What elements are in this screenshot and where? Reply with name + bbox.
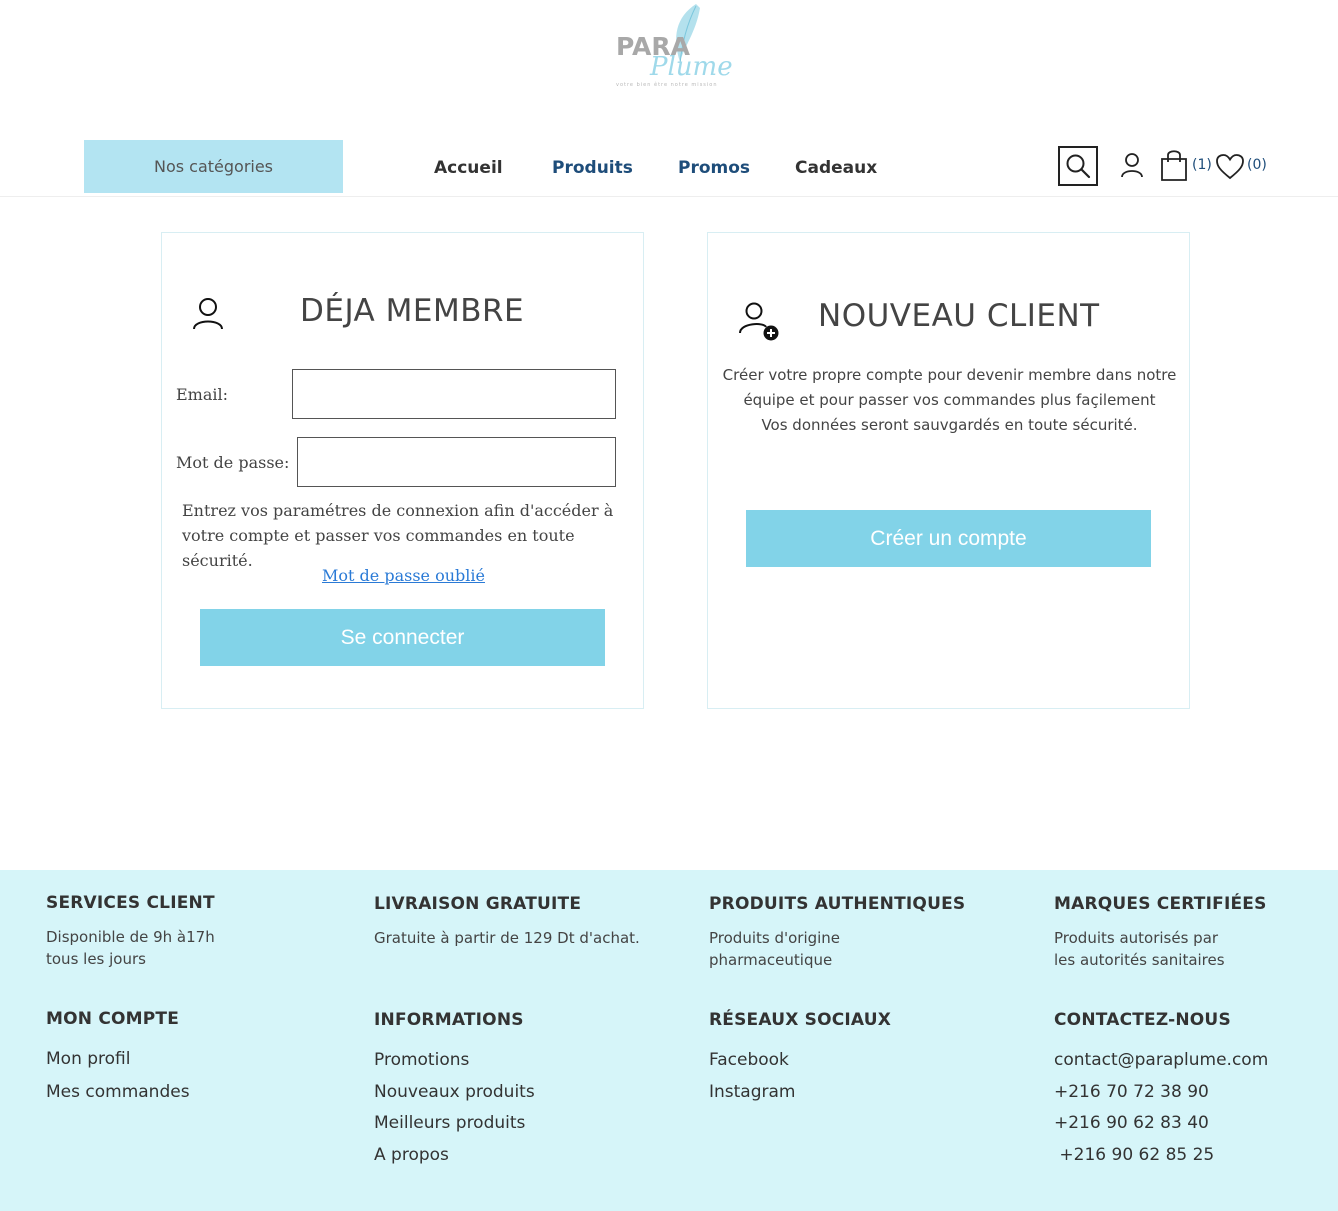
footer-heading: PRODUITS AUTHENTIQUES [709, 894, 966, 914]
footer-heading: SERVICES CLIENT [46, 893, 215, 913]
email-label: Email: [176, 385, 229, 404]
footer-text-line: pharmaceutique [709, 951, 833, 969]
register-desc-line: Vos données seront sauvgardés en toute s… [761, 416, 1138, 434]
footer-heading: CONTACTEZ-NOUS [1054, 1010, 1231, 1030]
footer-text-line: tous les jours [46, 950, 146, 968]
footer-text: Produits autorisés par les autorités san… [1054, 927, 1225, 971]
footer-link-nouveaux-produits[interactable]: Nouveaux produits [374, 1082, 535, 1102]
footer-text-line: les autorités sanitaires [1054, 951, 1225, 969]
password-label: Mot de passe: [176, 453, 290, 472]
shopping-bag-icon[interactable] [1159, 148, 1189, 182]
footer-link-meilleurs-produits[interactable]: Meilleurs produits [374, 1113, 525, 1133]
footer-heading: INFORMATIONS [374, 1010, 524, 1030]
categories-button[interactable]: Nos catégories [84, 140, 343, 193]
login-help-text: Entrez vos paramétres de connexion afin … [182, 501, 614, 570]
footer-link-a-propos[interactable]: A propos [374, 1145, 449, 1165]
create-account-button[interactable]: Créer un compte [746, 510, 1151, 567]
register-desc-line: Créer votre propre compte pour devenir m… [722, 366, 1177, 384]
footer-text-line: Gratuite à partir de 129 Dt d'achat. [374, 929, 640, 947]
login-button[interactable]: Se connecter [200, 609, 605, 666]
footer-link-facebook[interactable]: Facebook [709, 1050, 789, 1070]
login-title: DÉJA MEMBRE [300, 293, 525, 329]
footer-text-line: Produits d'origine [709, 929, 841, 947]
site-logo[interactable]: PARA Plume votre bien être notre mission [610, 2, 733, 92]
register-description: Créer votre propre compte pour devenir m… [708, 363, 1191, 438]
footer-text-line: Disponible de 9h à17h [46, 928, 215, 946]
footer-link-mes-commandes[interactable]: Mes commandes [46, 1082, 190, 1102]
add-user-icon [739, 302, 779, 341]
nav-link-produits[interactable]: Produits [552, 158, 633, 178]
logo-tagline: votre bien être notre mission [616, 82, 718, 88]
footer-text: Disponible de 9h à17h tous les jours [46, 926, 215, 970]
footer-text: Produits d'origine pharmaceutique [709, 927, 840, 971]
register-card: NOUVEAU CLIENT Créer votre propre compte… [707, 232, 1190, 709]
footer-heading: LIVRAISON GRATUITE [374, 894, 582, 914]
cart-count: (1) [1192, 157, 1212, 173]
password-field[interactable] [297, 437, 616, 487]
nav-link-promos[interactable]: Promos [678, 158, 750, 178]
search-icon [1066, 154, 1091, 179]
logo-text-plume: Plume [650, 52, 733, 82]
forgot-password-link[interactable]: Mot de passe oublié [162, 566, 645, 585]
search-button[interactable] [1058, 146, 1098, 186]
footer-heading: MON COMPTE [46, 1009, 180, 1029]
email-field[interactable] [292, 369, 616, 419]
footer-heading: RÉSEAUX SOCIAUX [709, 1010, 892, 1030]
footer-contact-phone[interactable]: +216 70 72 38 90 [1054, 1082, 1209, 1102]
nav-link-cadeaux[interactable]: Cadeaux [795, 158, 877, 178]
footer-contact-email[interactable]: contact@paraplume.com [1054, 1050, 1268, 1070]
user-icon[interactable] [1120, 152, 1144, 178]
heart-icon[interactable] [1215, 153, 1245, 180]
footer-text-line: Produits autorisés par [1054, 929, 1219, 947]
footer-contact-phone[interactable]: +216 90 62 83 40 [1054, 1113, 1209, 1133]
login-card: DÉJA MEMBRE Email: Mot de passe: Entrez … [161, 232, 644, 709]
footer-contact-phone[interactable]: +216 90 62 85 25 [1054, 1145, 1214, 1165]
user-icon [193, 298, 223, 330]
footer-link-promotions[interactable]: Promotions [374, 1050, 469, 1070]
register-title: NOUVEAU CLIENT [818, 298, 1100, 334]
main-navigation: Nos catégories Accueil Produits Promos C… [0, 138, 1338, 197]
footer-heading: MARQUES CERTIFIÉES [1054, 894, 1267, 914]
site-footer: SERVICES CLIENT Disponible de 9h à17h to… [0, 870, 1338, 1211]
footer-link-mon-profil[interactable]: Mon profil [46, 1049, 131, 1069]
nav-link-accueil[interactable]: Accueil [434, 158, 503, 178]
footer-link-instagram[interactable]: Instagram [709, 1082, 796, 1102]
register-desc-line: équipe et pour passer vos commandes plus… [743, 391, 1156, 409]
wishlist-count: (0) [1247, 157, 1267, 173]
